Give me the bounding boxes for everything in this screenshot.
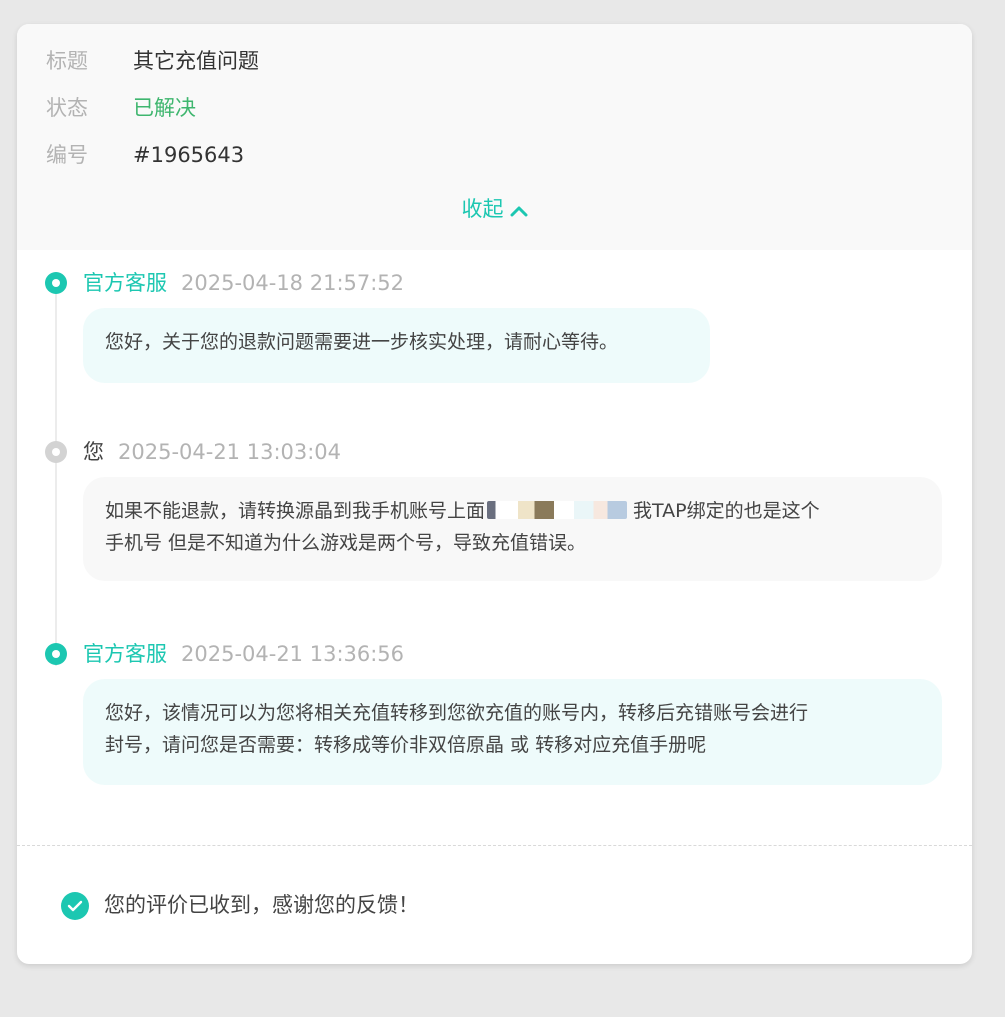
message-text-line: 手机号 但是不知道为什么游戏是两个号，导致充值错误。 <box>105 532 587 554</box>
ticket-card: 标题 其它充值问题 状态 已解决 编号 #1965643 收起 官方客服 2025… <box>17 24 972 964</box>
message-header: 官方客服 2025-04-21 13:36:56 <box>83 639 404 669</box>
message-time: 2025-04-18 21:57:52 <box>181 271 405 295</box>
ticket-number-value: #1965643 <box>133 143 245 167</box>
message-bubble: 您好，关于您的退款问题需要进一步核实处理，请耐心等待。 <box>83 308 710 383</box>
collapse-label: 收起 <box>461 197 504 221</box>
feedback-text: 您的评价已收到，感谢您的反馈！ <box>104 893 419 917</box>
ticket-status-value: 已解决 <box>133 96 196 120</box>
ticket-title-label: 标题 <box>46 49 88 73</box>
message-bubble: 您好，该情况可以为您将相关充值转移到您欲充值的账号内，转移后充错账号会进行 封号… <box>83 679 942 785</box>
message-sender: 官方客服 <box>83 271 167 295</box>
ticket-number-label: 编号 <box>46 143 88 167</box>
message-text-line: 封号，请问您是否需要：转移成等价非双倍原晶 或 转移对应充值手册呢 <box>105 734 707 756</box>
message-text: 您好，关于您的退款问题需要进一步核实处理，请耐心等待。 <box>105 331 619 353</box>
timeline-line <box>55 294 57 666</box>
message-time: 2025-04-21 13:03:04 <box>118 440 342 464</box>
section-divider <box>17 845 972 846</box>
ticket-status-label: 状态 <box>46 96 88 120</box>
redacted-region <box>487 501 628 519</box>
ticket-title-value: 其它充值问题 <box>133 49 259 73</box>
message-text-line: 如果不能退款，请转换源晶到我手机账号上面 我TAP绑定的也是这个 <box>105 495 920 527</box>
message-time: 2025-04-21 13:36:56 <box>181 642 405 666</box>
message-header: 您 2025-04-21 13:03:04 <box>83 437 341 467</box>
timeline-dot <box>45 643 67 665</box>
message-sender: 官方客服 <box>83 642 167 666</box>
collapse-button[interactable]: 收起 <box>17 192 972 226</box>
message-header: 官方客服 2025-04-18 21:57:52 <box>83 268 404 298</box>
message-text-after-redaction: 我TAP绑定的也是这个 <box>633 500 820 522</box>
message-text-line: 您好，该情况可以为您将相关充值转移到您欲充值的账号内，转移后充错账号会进行 <box>105 702 809 724</box>
ticket-info-panel: 标题 其它充值问题 状态 已解决 编号 #1965643 收起 <box>17 24 972 250</box>
message-bubble: 如果不能退款，请转换源晶到我手机账号上面 我TAP绑定的也是这个 手机号 但是不知… <box>83 477 942 581</box>
chevron-up-icon <box>510 206 527 217</box>
check-circle-icon <box>61 892 89 920</box>
timeline-dot <box>45 272 67 294</box>
message-sender: 您 <box>83 440 104 464</box>
message-text-before-redaction: 如果不能退款，请转换源晶到我手机账号上面 <box>105 500 486 522</box>
timeline-dot <box>45 441 67 463</box>
